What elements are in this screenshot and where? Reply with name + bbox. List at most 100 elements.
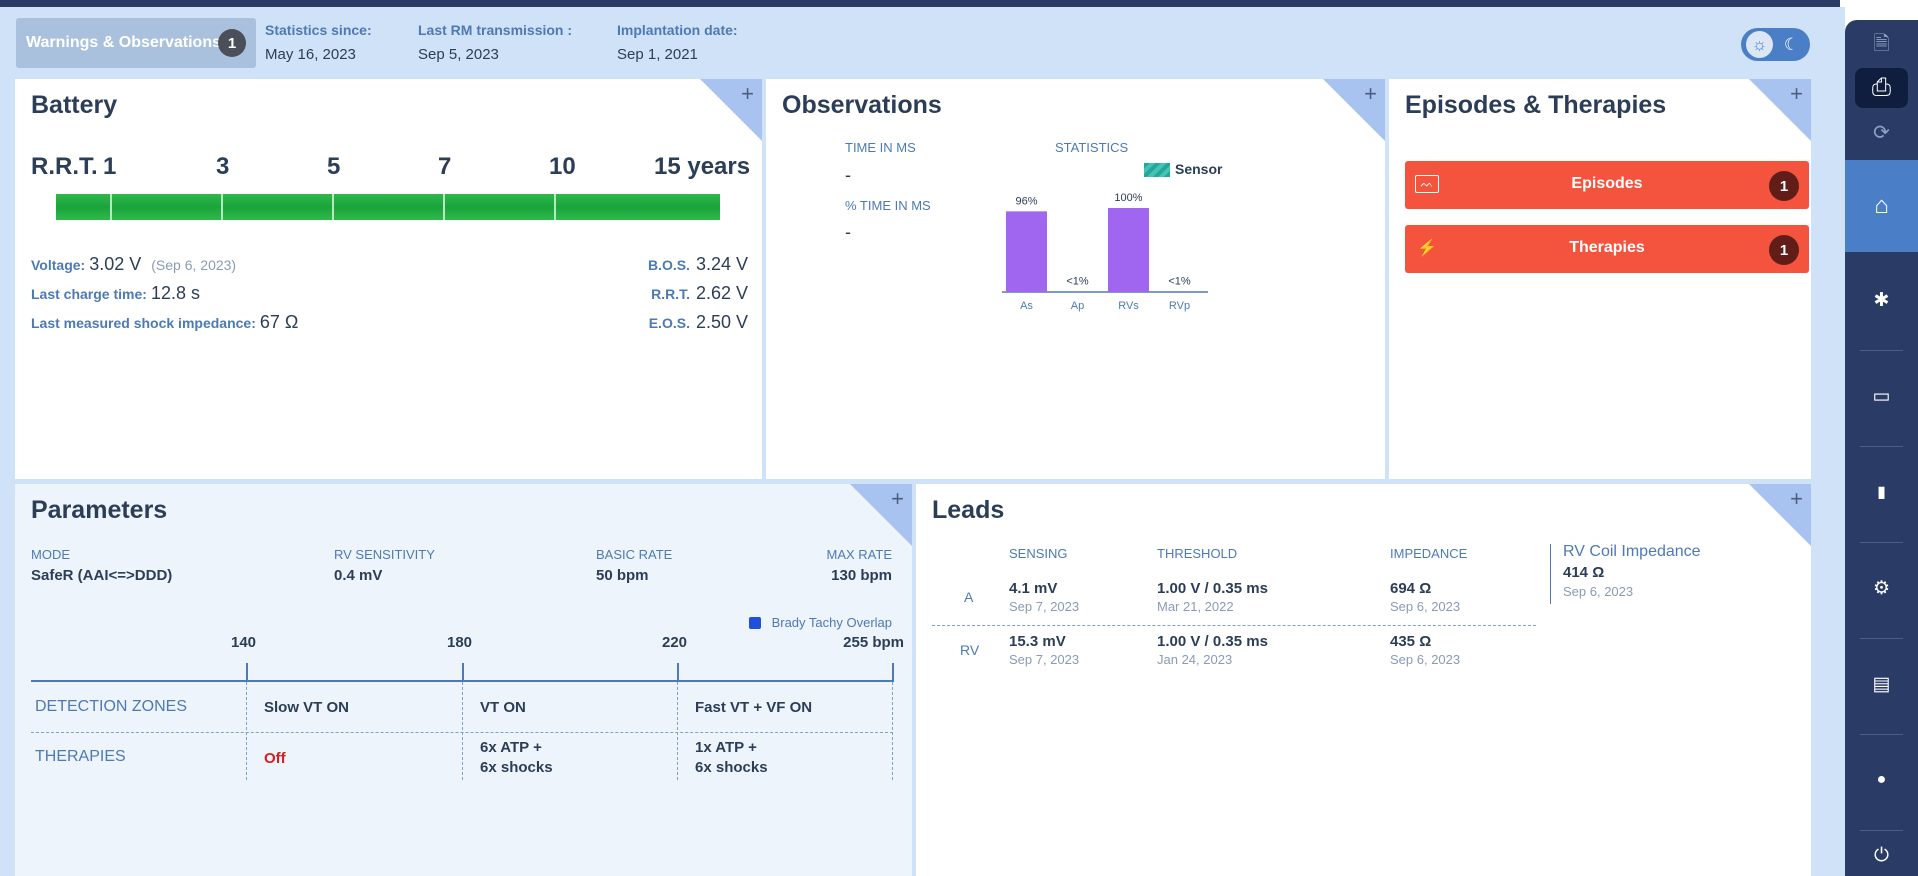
bar-data-label: <1% [1066,276,1089,288]
statistics-since-label: Statistics since: [265,22,372,38]
zone-divider [892,682,893,780]
therapies-row-label: THERAPIES [35,748,126,765]
voltage-date: (Sep 6, 2023) [151,257,237,273]
zone-fast-vt-detection: Fast VT + VF ON [695,699,813,716]
bar-data-label: <1% [1168,276,1191,288]
document-icon[interactable]: 🗎 [1855,26,1908,66]
sidebar-separator [1860,734,1903,735]
clipboard-icon[interactable]: ▤ [1845,644,1918,724]
plus-icon: + [1790,486,1803,511]
rrt-prefix: R.R.T. [31,153,98,180]
charge-time-value: 12.8 s [150,283,200,303]
rrt-scale-5: 5 [327,153,341,180]
battery-expand-button[interactable]: + [700,79,762,141]
pills-icon[interactable]: ✱ [1845,260,1918,340]
warnings-count-badge: 1 [218,29,246,57]
zones-row-divider [31,732,893,733]
lead-rv-threshold: 1.00 V / 0.35 ms [1157,633,1268,650]
parameters-title: Parameters [31,496,168,524]
category-tick-label: RVp [1169,300,1190,312]
therapies-button[interactable]: ⚡ Therapies 1 [1405,225,1809,273]
category-tick-label: RVs [1118,300,1139,312]
episodes-label: Episodes [1571,175,1643,192]
zone-scale-180: 180 [447,634,473,651]
bar-rvs [1108,208,1149,292]
rrt-bar-tick [221,194,223,220]
lead-rv-impedance: 435 Ω [1390,633,1432,650]
therapies-label: Therapies [1569,239,1645,256]
basic-rate-label: BASIC RATE [596,547,673,562]
max-rate-label: MAX RATE [826,547,893,562]
implantation-date-value: Sep 1, 2021 [617,46,698,63]
zone-tick [462,663,464,682]
max-rate-value: 130 bpm [831,567,892,584]
leads-title: Leads [932,496,1005,524]
battery-title: Battery [31,91,118,119]
category-tick-label: Ap [1071,300,1084,312]
monitor-ecg-icon[interactable]: ▭ [1845,356,1918,436]
plus-icon: + [741,81,754,106]
theme-toggle[interactable]: ☼ ☾ [1741,28,1810,61]
episodes-therapies-panel: Episodes & Therapies + ᨓ Episodes 1 ⚡ Th… [1389,79,1811,479]
lead-a-threshold-date: Mar 21, 2022 [1157,599,1234,614]
power-icon[interactable]: ⏻ [1845,836,1918,876]
user-icon[interactable]: ● [1845,740,1918,820]
battery-shock-impedance: Last measured shock impedance: 67 Ω [31,312,298,333]
zone-vt-detection: VT ON [480,699,526,716]
lead-rv-impedance-date: Sep 6, 2023 [1390,652,1461,667]
charge-time-label: Last charge time: [31,286,147,302]
episodes-expand-button[interactable]: + [1749,79,1811,141]
warnings-observations-button[interactable]: Warnings & Observations 1 [16,18,256,68]
rrt-bar-tick [332,194,334,220]
leads-col-sensing: SENSING [1009,546,1068,561]
sidebar-separator [1860,830,1903,831]
eos-value: 2.50 V [695,312,748,332]
voltage-label: Voltage: [31,257,86,273]
last-rm-transmission: Last RM transmission : Sep 5, 2023 [418,22,572,63]
sync-icon[interactable]: ⟳ [1855,114,1908,150]
zone-scale-220: 220 [662,634,688,651]
leads-expand-button[interactable]: + [1749,484,1811,546]
episodes-therapies-title: Episodes & Therapies [1405,91,1667,119]
parameters-expand-button[interactable]: + [850,484,912,546]
home-icon[interactable]: ⌂ [1845,160,1918,252]
lead-rv-sensing-date: Sep 7, 2023 [1009,652,1080,667]
gear-icon[interactable]: ⚙ [1845,548,1918,628]
rrt-scale-15: 15 years [654,153,751,180]
battery-rrt-bar [56,194,720,220]
rv-coil-impedance-date: Sep 6, 2023 [1563,584,1634,599]
leads-col-threshold: THRESHOLD [1157,546,1238,561]
lead-a-threshold: 1.00 V / 0.35 ms [1157,580,1268,597]
top-accent-line [0,0,1840,7]
episodes-button[interactable]: ᨓ Episodes 1 [1405,161,1809,209]
bos-label: B.O.S. [647,257,690,273]
statistics-bar-chart: 96% As <1% Ap 100% RVs <1% RVp [1002,192,1208,312]
battery-panel: Battery + R.R.T. 1 3 5 7 10 15 years Vol… [15,79,762,479]
rrt-scale-1: 1 [103,153,117,180]
zone-divider [677,682,678,780]
rrt-scale-3: 3 [216,153,230,180]
coil-divider [1550,544,1551,604]
voltage-value: 3.02 V [89,254,142,274]
rrt-scale-7: 7 [438,153,452,180]
zone-vt-therapy-shocks: 6x shocks [480,759,553,776]
zone-fast-vt-therapy-atp: 1x ATP + [695,739,757,756]
sun-icon[interactable]: ☼ [1746,31,1773,58]
lead-rv-sensing: 15.3 mV [1009,633,1066,650]
leads-col-impedance: IMPEDANCE [1390,546,1468,561]
chart-icon[interactable]: ▮ [1845,452,1918,532]
rrt-label: R.R.T. [651,286,690,302]
sidebar-separator [1860,350,1903,351]
battery-charge-time: Last charge time: 12.8 s [31,283,200,304]
zone-scale-255: 255 bpm [843,634,904,651]
lead-rv-threshold-date: Jan 24, 2023 [1157,652,1233,667]
moon-icon[interactable]: ☾ [1778,31,1805,58]
rrt-scale-10: 10 [549,153,576,180]
rv-sensitivity-label: RV SENSITIVITY [334,547,435,562]
lead-a-impedance: 694 Ω [1390,580,1432,597]
printer-icon[interactable]: ⎙ [1855,68,1908,108]
lead-rv-label: RV [960,642,980,658]
mode-label: MODE [31,547,70,562]
rv-coil-impedance-label: RV Coil Impedance [1563,543,1701,560]
episodes-count-badge: 1 [1769,171,1799,201]
